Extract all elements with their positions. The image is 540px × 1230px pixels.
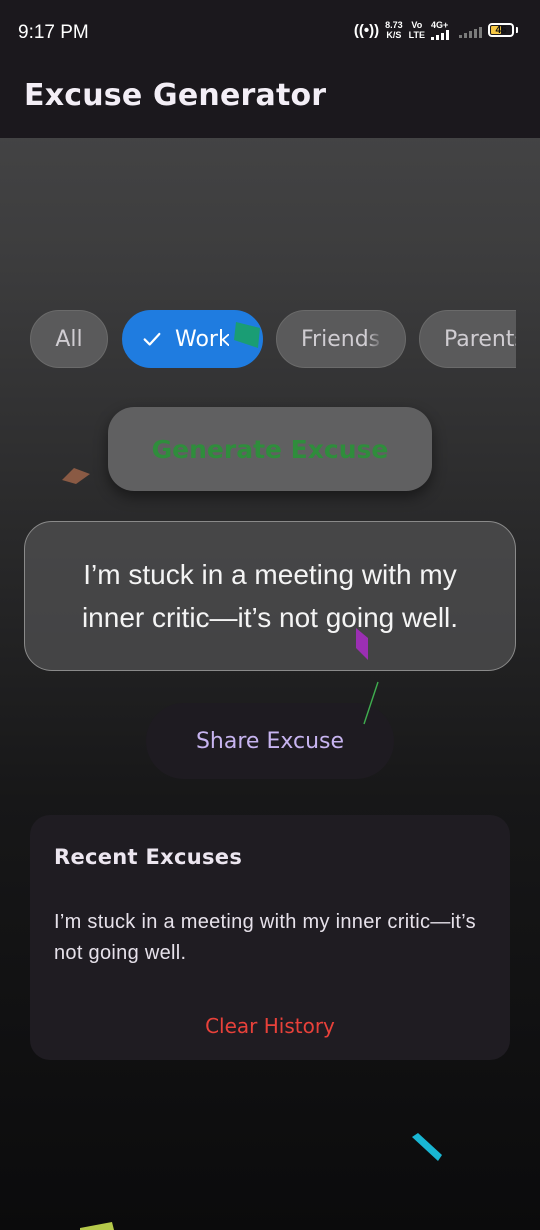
- hotspot-icon: ((•)): [353, 21, 380, 39]
- category-chips: All Work Friends Parents: [30, 309, 516, 371]
- speed-unit: K/S: [386, 30, 402, 40]
- chip-friends[interactable]: Friends: [276, 310, 406, 368]
- battery-tip: [516, 27, 518, 33]
- volte-bottom: LTE: [408, 30, 425, 40]
- chip-label: Friends: [301, 326, 381, 352]
- clear-history-button[interactable]: Clear History: [30, 1014, 510, 1038]
- network-speed: 8.73 K/S: [385, 20, 403, 40]
- confetti-piece: [356, 628, 368, 660]
- status-icons: ((•)) 8.73 K/S Vo LTE 4G+ 45: [354, 20, 518, 40]
- check-icon: [143, 332, 161, 346]
- generate-excuse-button[interactable]: Generate Excuse: [108, 407, 432, 491]
- signal-icon: [431, 30, 449, 40]
- share-excuse-button[interactable]: Share Excuse: [146, 703, 394, 779]
- excuse-card: I’m stuck in a meeting with my inner cri…: [24, 521, 516, 671]
- status-bar: 9:17 PM ((•)) 8.73 K/S Vo LTE 4G+ 45: [0, 0, 540, 66]
- excuse-text: I’m stuck in a meeting with my inner cri…: [81, 559, 459, 633]
- battery-level: 45: [495, 24, 507, 36]
- confetti-piece: [80, 1222, 114, 1230]
- confetti-piece: [234, 322, 260, 348]
- chip-label: All: [55, 326, 83, 352]
- battery-icon: 45: [488, 23, 514, 37]
- recent-excuses-title: Recent Excuses: [54, 845, 243, 869]
- confetti-piece: [412, 1133, 442, 1161]
- volte-top: Vo: [411, 20, 423, 30]
- recent-excuse-item: I’m stuck in a meeting with my inner cri…: [54, 911, 476, 964]
- confetti-piece: [62, 468, 90, 484]
- network-label: 4G+: [431, 20, 449, 30]
- confetti-piece: [363, 681, 379, 725]
- signal-icon-sim2: [459, 22, 482, 38]
- speed-value: 8.73: [385, 20, 403, 30]
- page-title: Excuse Generator: [24, 78, 327, 113]
- chip-label: Parents: [444, 326, 516, 352]
- volte-indicator: Vo LTE: [409, 20, 425, 40]
- network-type: 4G+: [431, 20, 449, 40]
- chip-parents[interactable]: Parents: [419, 310, 516, 368]
- recent-excuses-card: Recent Excuses I’m stuck in a meeting wi…: [30, 815, 510, 1060]
- chip-label: Work: [175, 326, 229, 352]
- chip-all[interactable]: All: [30, 310, 108, 368]
- app-bar: Excuse Generator: [0, 66, 540, 138]
- status-time: 9:17 PM: [18, 22, 89, 43]
- app-screen: 9:17 PM ((•)) 8.73 K/S Vo LTE 4G+ 45 Exc…: [0, 0, 540, 1230]
